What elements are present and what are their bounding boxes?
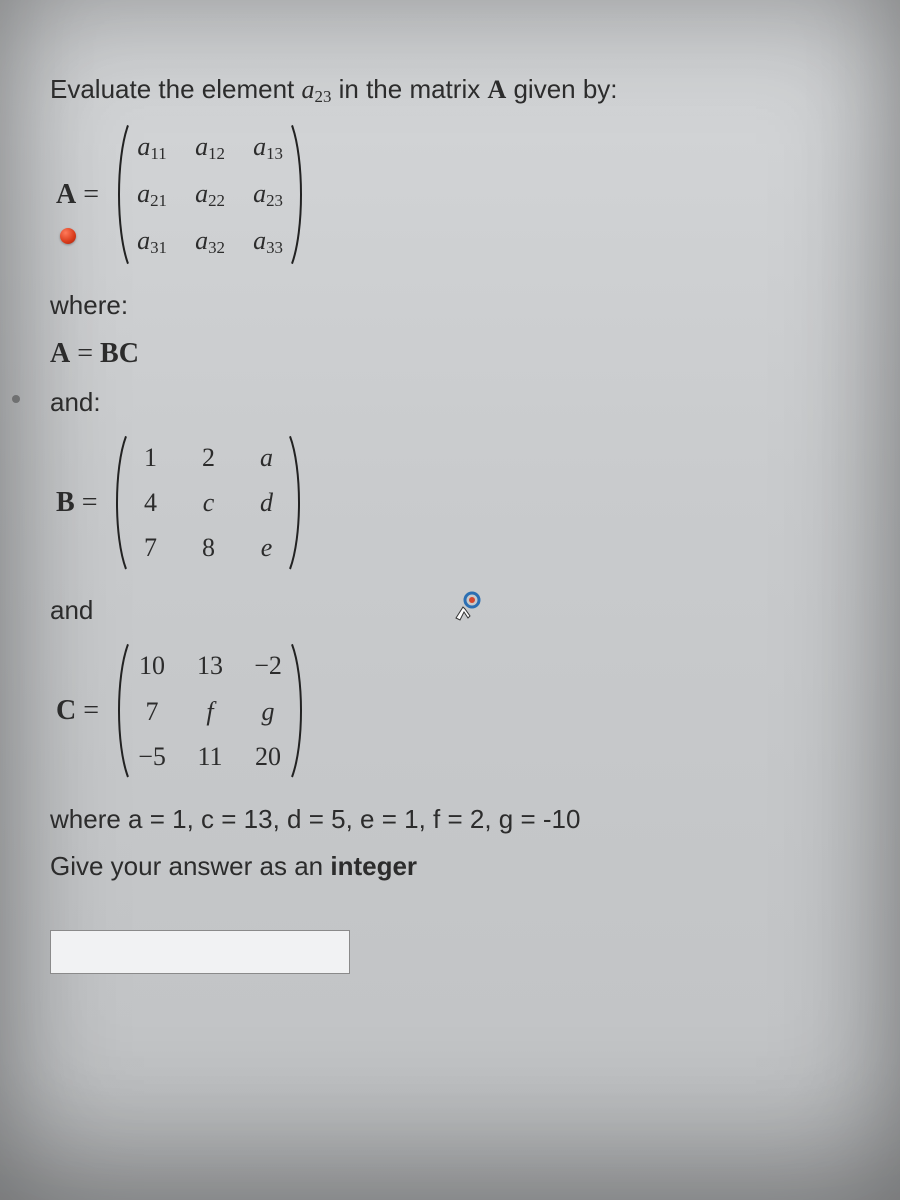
cell: a23 [253,176,283,213]
cell: a12 [195,129,225,166]
matrix-b-body: 1 2 a 4 c d 7 8 e [111,434,305,571]
matrix-a-body: a11 a12 a13 a21 a22 a23 a31 a32 a33 [113,123,307,266]
right-paren-icon [289,642,307,779]
cell: a33 [253,223,283,260]
cell: 20 [253,739,283,774]
instruction-prefix: Give your answer as an [50,851,330,881]
relation-rhs: BC [100,338,139,369]
cell: a31 [137,223,167,260]
left-paren-icon [113,123,131,266]
matrix-c-grid: 10 13 −2 7 f g −5 11 20 [131,642,289,779]
cell: g [253,694,283,729]
cell: 10 [137,648,167,683]
cell: c [193,485,223,520]
cell: 7 [135,530,165,565]
cell: d [251,485,281,520]
cell: a11 [137,129,167,166]
mouse-cursor-icon [450,590,482,622]
matrix-a-grid: a11 a12 a13 a21 a22 a23 a31 a32 a33 [131,123,289,266]
cell: a22 [195,176,225,213]
left-paren-icon [111,434,129,571]
cell: −5 [137,739,167,774]
matrix-a-lhs: A = [56,176,99,214]
cell: −2 [253,648,283,683]
cell: 1 [135,440,165,475]
matrix-b-lhs: B = [56,484,97,522]
instruction-bold: integer [330,851,417,881]
left-paren-icon [113,642,131,779]
cell: 13 [195,648,225,683]
relation-eq: = [70,338,100,369]
cell: 11 [195,739,225,774]
cell: f [195,694,225,729]
matrix-c-definition: C = 10 13 −2 7 f g −5 11 20 [56,642,850,779]
prompt-middle: in the matrix [331,74,487,104]
matrix-c-lhs: C = [56,692,99,730]
matrix-b-definition: B = 1 2 a 4 c d 7 8 e [56,434,850,571]
instruction-line: Give your answer as an integer [50,849,850,884]
prompt-suffix: given by: [506,74,617,104]
relation-line: A = BC [50,335,850,373]
cell: e [251,530,281,565]
cell: a32 [195,223,225,260]
matrix-a-definition: A = a11 a12 a13 a21 a22 a23 a31 a32 a33 [56,123,850,266]
where-label: where: [50,288,850,323]
target-element-sub: 23 [315,87,332,106]
prompt-line: Evaluate the element a23 in the matrix A… [50,72,850,109]
question-content: Evaluate the element a23 in the matrix A… [50,72,850,974]
values-line: where a = 1, c = 13, d = 5, e = 1, f = 2… [50,802,850,837]
relation-lhs: A [50,338,70,369]
prompt-matrix-name: A [487,75,506,104]
cell: 8 [193,530,223,565]
prompt-prefix: Evaluate the element [50,74,302,104]
cell: a13 [253,129,283,166]
cell: 4 [135,485,165,520]
cell: a21 [137,176,167,213]
cell: a [251,440,281,475]
answer-input[interactable] [50,930,350,974]
cell: 7 [137,694,167,729]
matrix-c-body: 10 13 −2 7 f g −5 11 20 [113,642,307,779]
target-element-base: a [302,75,315,104]
cell: 2 [193,440,223,475]
right-paren-icon [287,434,305,571]
matrix-b-grid: 1 2 a 4 c d 7 8 e [129,434,287,571]
question-screen: Evaluate the element a23 in the matrix A… [0,0,900,1200]
and-label-1: and: [50,385,850,420]
bullet-dot [12,395,20,403]
right-paren-icon [289,123,307,266]
